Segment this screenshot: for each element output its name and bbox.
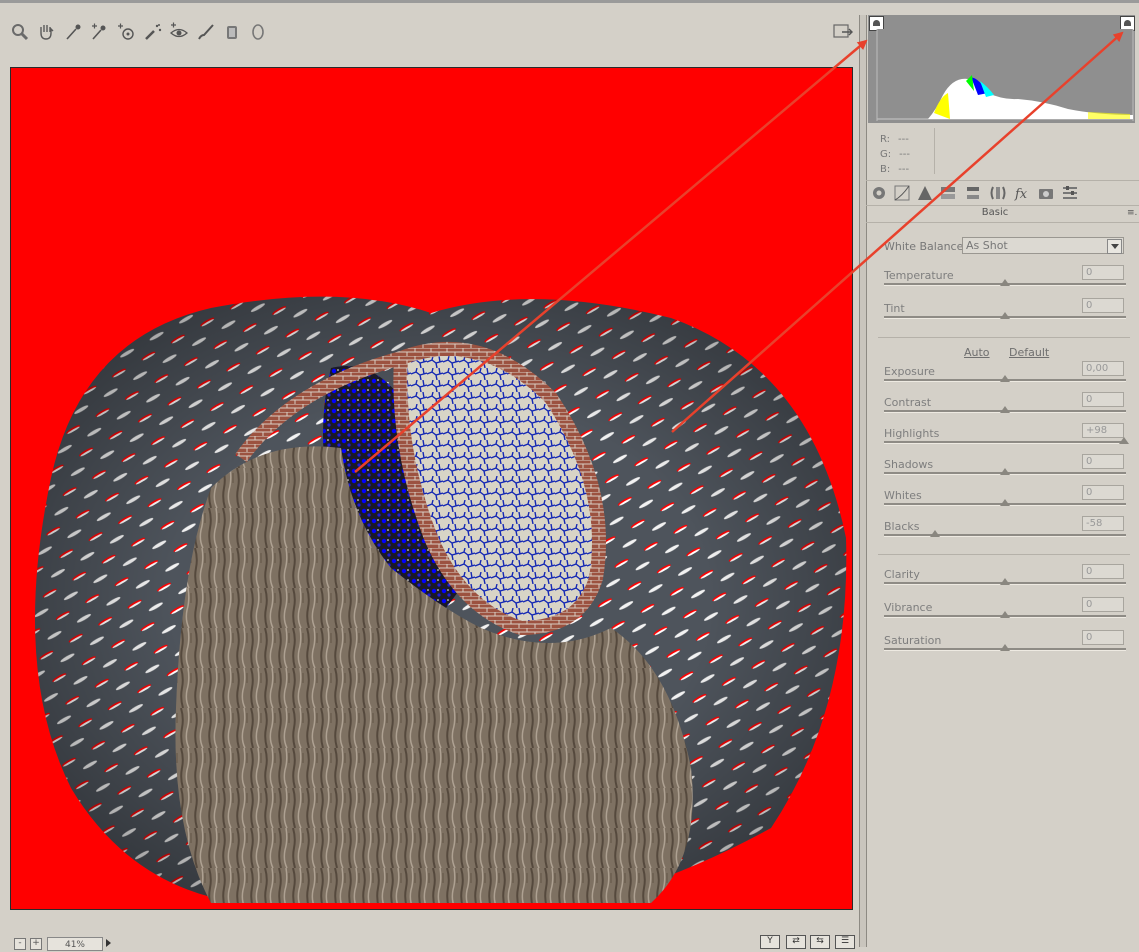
slider-value-field[interactable]: 0,00 [1082,361,1124,376]
slider-label: Tint [884,302,905,315]
slider-highlights[interactable]: Highlights +98 [884,423,1129,457]
slider-label: Exposure [884,365,935,378]
brush-dots-icon[interactable] [142,21,164,43]
window-top-border [0,0,1139,3]
radial-filter-icon[interactable] [247,21,269,43]
slider-value-field[interactable]: 0 [1082,564,1124,579]
svg-text:fx: fx [1014,187,1028,202]
slider-thumb[interactable] [1000,611,1010,618]
brush-icon[interactable] [195,21,217,43]
slider-thumb[interactable] [1000,406,1010,413]
rgb-r-label: R: [880,134,891,145]
slider-label: Highlights [884,427,940,440]
slider-label: Blacks [884,520,920,533]
section-divider [878,337,1130,338]
slider-value-field[interactable]: 0 [1082,392,1124,407]
tab-camera-calibration-icon[interactable] [1037,184,1055,202]
slider-label: Shadows [884,458,934,471]
slider-tint[interactable]: Tint 0 [884,298,1126,332]
slider-value-field[interactable]: 0 [1082,630,1124,645]
panel-tabs: fx [866,180,1139,206]
section-divider [878,554,1130,555]
slider-thumb[interactable] [1000,375,1010,382]
preview-photo [35,296,847,903]
eyedropper-plus-icon[interactable] [88,21,110,43]
eyedropper-icon[interactable] [62,21,84,43]
slider-label: Contrast [884,396,932,409]
hand-icon[interactable] [35,21,57,43]
slider-thumb[interactable] [1000,578,1010,585]
slider-exposure[interactable]: Exposure 0,00 [884,361,1126,395]
eye-icon[interactable] [168,21,190,43]
slider-label: Vibrance [884,601,933,614]
rgb-divider [934,128,935,174]
slider-track[interactable] [884,534,1126,537]
slider-blacks[interactable]: Blacks -58 [884,516,1126,550]
target-icon[interactable] [115,21,137,43]
histogram [868,15,1135,123]
slider-value-field[interactable]: 0 [1082,597,1124,612]
slider-temperature[interactable]: Temperature 0 [884,265,1126,299]
slider-thumb[interactable] [1000,468,1010,475]
toolbar [0,15,862,48]
slider-contrast[interactable]: Contrast 0 [884,392,1126,426]
slider-thumb[interactable] [929,530,940,537]
toggle-fullscreen-icon[interactable] [832,22,854,42]
white-balance-value: As Shot [966,239,1008,252]
panel-splitter[interactable] [859,15,867,947]
tab-effects-fx-icon[interactable]: fx [1013,184,1031,202]
rgb-readout: R: --- G: --- B: --- [880,132,940,177]
slider-value-field[interactable]: 0 [1082,298,1124,313]
slider-thumb[interactable] [1000,499,1010,506]
slider-label: Temperature [884,269,954,282]
zoom-level-field[interactable]: 41% [47,937,103,951]
panel-menu-icon[interactable]: ≡. [1127,208,1137,218]
rgb-b-label: B: [880,164,891,175]
white-balance-label: White Balance: [884,240,968,253]
slider-label: Clarity [884,568,920,581]
slider-value-field[interactable]: 0 [1082,485,1124,500]
chevron-down-icon[interactable] [1107,239,1122,254]
tab-tone-curve-icon[interactable] [893,184,911,202]
white-balance-select[interactable]: As Shot [962,237,1124,254]
slider-value-field[interactable]: -58 [1082,516,1124,531]
slider-value-field[interactable]: +98 [1082,423,1124,438]
tab-lens-corrections-icon[interactable] [989,184,1007,202]
status-bar: - + 41% Y ⇄ ⇆ ☰ [0,932,859,951]
slider-saturation[interactable]: Saturation 0 [884,630,1126,664]
slider-clarity[interactable]: Clarity 0 [884,564,1126,598]
rgb-g-value: --- [899,149,910,160]
title-divider [866,222,1139,223]
tab-detail-icon[interactable] [916,184,934,202]
histogram-graph [876,29,1134,121]
zoom-tool-magnifier-icon[interactable] [9,21,31,43]
slider-track[interactable] [884,441,1126,444]
graduated-filter-icon[interactable] [221,21,243,43]
rgb-r-value: --- [898,134,909,145]
slider-thumb[interactable] [1000,644,1010,651]
image-preview[interactable] [10,67,853,910]
slider-vibrance[interactable]: Vibrance 0 [884,597,1126,631]
zoom-menu-arrow-icon[interactable] [106,939,111,947]
slider-thumb[interactable] [1000,312,1010,319]
tab-hsl-icon[interactable] [939,184,957,202]
slider-whites[interactable]: Whites 0 [884,485,1126,519]
rgb-g-label: G: [880,149,892,160]
auto-link[interactable]: Auto [964,346,990,359]
slider-shadows[interactable]: Shadows 0 [884,454,1126,488]
panel-title: Basic [981,207,1009,218]
slider-thumb[interactable] [1118,437,1129,444]
default-link[interactable]: Default [1009,346,1049,359]
zoom-out-button[interactable]: - [14,938,26,950]
tab-basic-aperture-icon[interactable] [870,184,888,202]
rgb-b-value: --- [898,164,910,175]
slider-label: Whites [884,489,922,502]
slider-label: Saturation [884,634,942,647]
tab-presets-icon[interactable] [1061,184,1079,202]
slider-value-field[interactable]: 0 [1082,454,1124,469]
tab-split-toning-icon[interactable] [964,184,982,202]
zoom-in-button[interactable]: + [30,938,42,950]
slider-value-field[interactable]: 0 [1082,265,1124,280]
slider-thumb[interactable] [1000,279,1010,286]
